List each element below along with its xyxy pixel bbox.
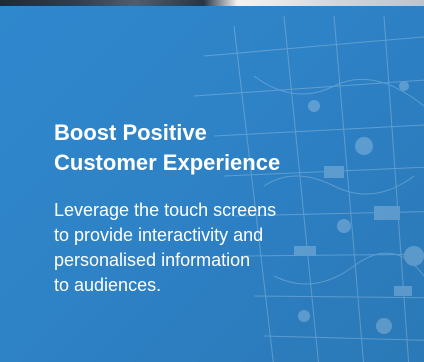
feature-panel: Boost Positive Customer Experience Lever…	[0, 0, 424, 362]
feature-heading: Boost Positive Customer Experience	[54, 118, 324, 178]
feature-description-line-3: personalised information	[54, 250, 251, 270]
feature-description-line-4: to audiences.	[54, 275, 162, 295]
feature-heading-line-1: Boost Positive	[54, 120, 207, 145]
feature-heading-line-2: Customer Experience	[54, 150, 281, 175]
feature-description: Leverage the touch screens to provide in…	[54, 198, 339, 298]
feature-description-line-1: Leverage the touch screens	[54, 200, 277, 220]
feature-card: Boost Positive Customer Experience Lever…	[54, 118, 354, 298]
feature-description-line-2: to provide interactivity and	[54, 225, 264, 245]
